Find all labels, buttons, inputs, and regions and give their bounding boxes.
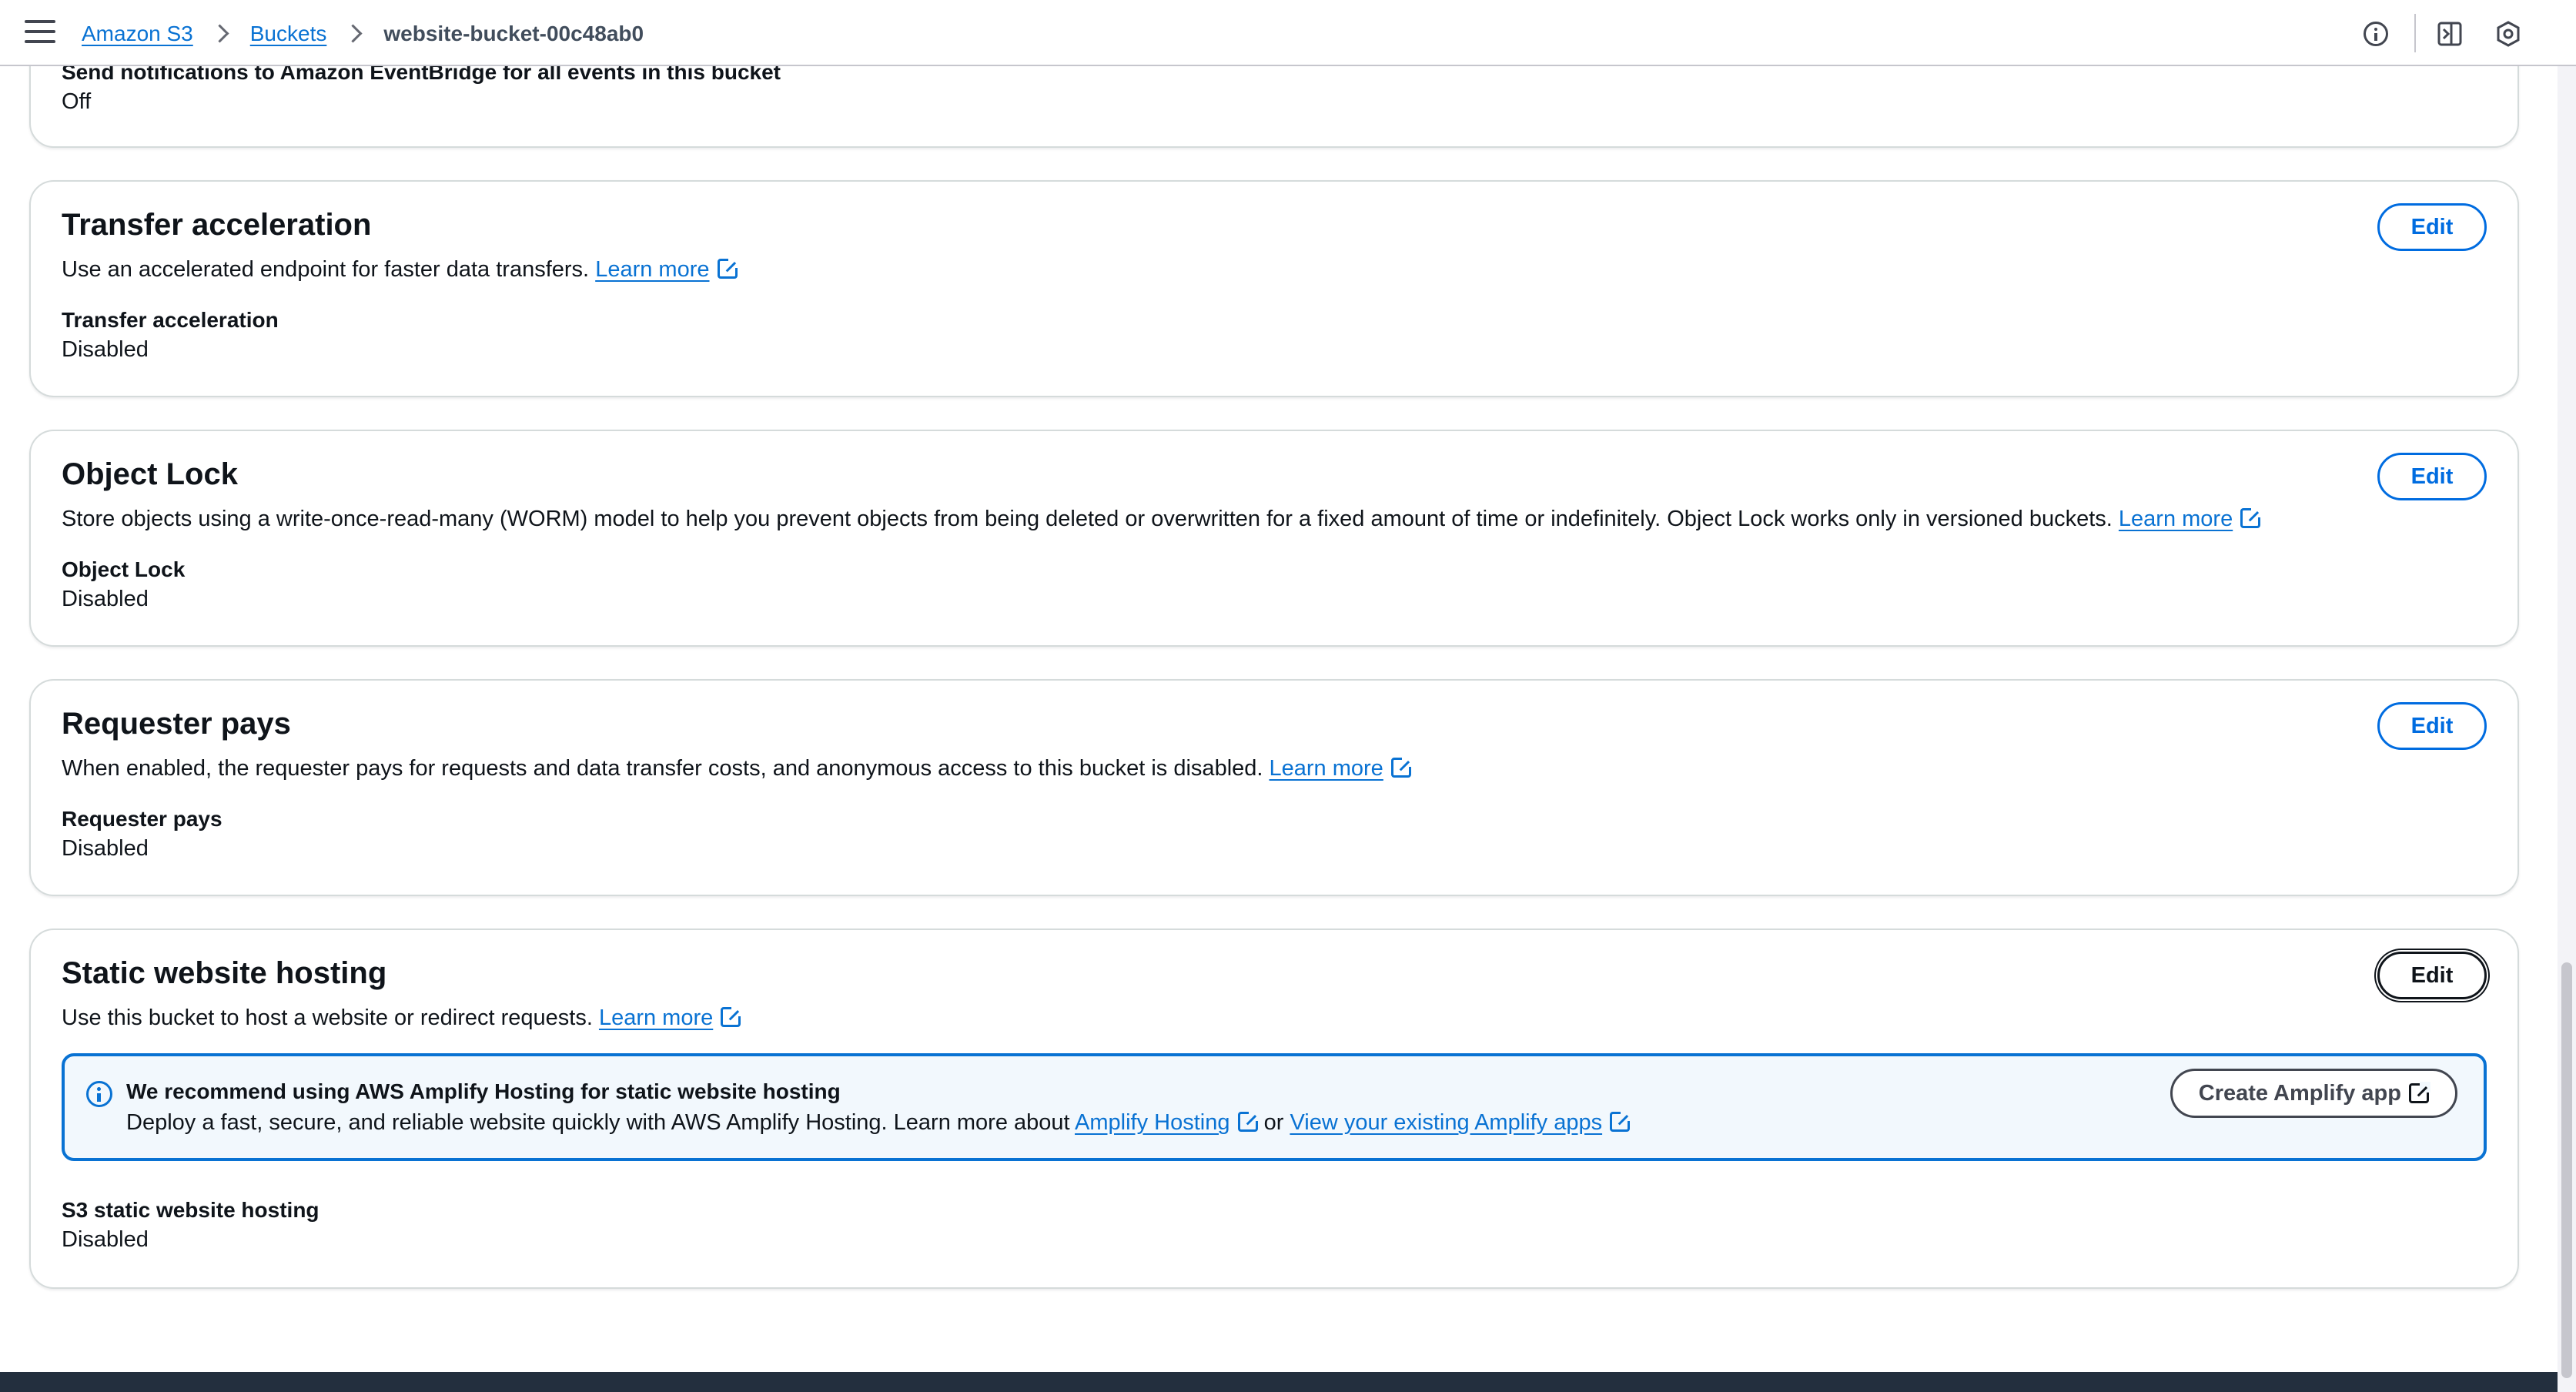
- edit-transfer-acceleration-button[interactable]: Edit: [2377, 203, 2487, 251]
- learn-more-link[interactable]: Learn more: [595, 257, 709, 282]
- section-title: Object Lock: [62, 457, 238, 491]
- edit-object-lock-button[interactable]: Edit: [2377, 453, 2487, 500]
- field-label: S3 static website hosting: [62, 1198, 319, 1222]
- section-description: Use this bucket to host a website or red…: [62, 1006, 743, 1031]
- amplify-info-alert: We recommend using AWS Amplify Hosting f…: [62, 1053, 2487, 1161]
- external-link-icon: [1390, 756, 1413, 778]
- chevron-right-icon: [345, 24, 365, 44]
- external-link-icon: [2409, 1082, 2430, 1103]
- section-description: Store objects using a write-once-read-ma…: [62, 507, 2263, 532]
- create-amplify-app-button[interactable]: Create Amplify app: [2170, 1069, 2457, 1118]
- description-text: Use an accelerated endpoint for faster d…: [62, 257, 590, 282]
- static-website-hosting-card: Static website hosting Edit Use this buc…: [29, 929, 2519, 1289]
- alert-or-text: or: [1263, 1110, 1284, 1135]
- field-value: Disabled: [62, 587, 149, 611]
- section-title: Requester pays: [62, 707, 291, 741]
- requester-pays-card: Requester pays Edit When enabled, the re…: [29, 679, 2519, 896]
- learn-more-link[interactable]: Learn more: [2119, 507, 2233, 531]
- section-title: Static website hosting: [62, 956, 387, 990]
- external-link-icon: [1237, 1110, 1260, 1132]
- info-icon[interactable]: [2360, 18, 2391, 49]
- external-link-icon: [717, 257, 739, 279]
- transfer-acceleration-card: Transfer acceleration Edit Use an accele…: [29, 180, 2519, 397]
- toolbar-divider: [2414, 14, 2416, 52]
- edit-static-website-hosting-button[interactable]: Edit: [2377, 952, 2487, 999]
- notifications-icon[interactable]: [2434, 18, 2465, 49]
- field-label: Requester pays: [62, 807, 222, 831]
- description-text: Use this bucket to host a website or red…: [62, 1006, 593, 1030]
- description-text: Store objects using a write-once-read-ma…: [62, 507, 2113, 531]
- edit-requester-pays-button[interactable]: Edit: [2377, 702, 2487, 750]
- external-link-icon: [1610, 1110, 1632, 1132]
- section-description: Use an accelerated endpoint for faster d…: [62, 257, 739, 283]
- alert-title: We recommend using AWS Amplify Hosting f…: [126, 1079, 841, 1103]
- menu-icon[interactable]: [25, 20, 55, 46]
- amplify-hosting-link[interactable]: Amplify Hosting: [1075, 1110, 1229, 1135]
- scrollbar-thumb[interactable]: [2561, 962, 2572, 1378]
- alert-body-text: Deploy a fast, secure, and reliable webs…: [126, 1110, 1070, 1135]
- alert-body: Deploy a fast, secure, and reliable webs…: [126, 1110, 1632, 1136]
- description-text: When enabled, the requester pays for req…: [62, 756, 1263, 781]
- section-description: When enabled, the requester pays for req…: [62, 756, 1413, 781]
- info-icon: [86, 1081, 112, 1107]
- field-label: Object Lock: [62, 557, 186, 581]
- view-amplify-apps-link[interactable]: View your existing Amplify apps: [1290, 1110, 1602, 1135]
- field-value: Disabled: [62, 337, 149, 362]
- external-link-icon: [2240, 507, 2263, 528]
- field-label: Transfer acceleration: [62, 308, 279, 332]
- breadcrumb-buckets[interactable]: Buckets: [250, 22, 327, 46]
- eventbridge-value: Off: [62, 89, 92, 114]
- field-value: Disabled: [62, 836, 149, 861]
- breadcrumb-amazon-s3[interactable]: Amazon S3: [82, 22, 193, 46]
- page-footer: [0, 1372, 2558, 1392]
- section-title: Transfer acceleration: [62, 208, 372, 242]
- settings-icon[interactable]: [2493, 18, 2524, 49]
- external-link-icon: [721, 1006, 743, 1027]
- learn-more-link[interactable]: Learn more: [599, 1006, 713, 1030]
- field-value: Disabled: [62, 1227, 149, 1252]
- create-amplify-app-label: Create Amplify app: [2198, 1080, 2401, 1106]
- breadcrumb-current-bucket: website-bucket-00c48ab0: [383, 22, 644, 45]
- object-lock-card: Object Lock Edit Store objects using a w…: [29, 430, 2519, 647]
- top-navigation: Amazon S3 Buckets website-bucket-00c48ab…: [0, 0, 2576, 66]
- learn-more-link[interactable]: Learn more: [1270, 756, 1383, 781]
- breadcrumb: Amazon S3 Buckets website-bucket-00c48ab…: [82, 18, 644, 49]
- chevron-right-icon: [212, 24, 232, 44]
